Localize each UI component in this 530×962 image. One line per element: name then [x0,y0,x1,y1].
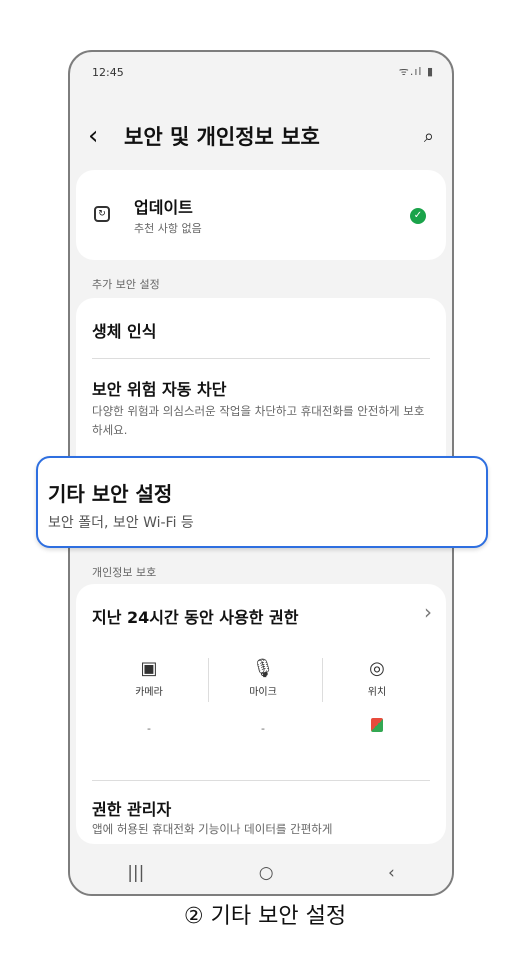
other-security-subtitle: 보안 폴더, 보안 Wi-Fi 등 [48,515,194,531]
home-icon[interactable]: ○ [259,863,274,883]
update-icon: ↻ [94,206,110,222]
update-title: 업데이트 [134,198,193,217]
permission-mic[interactable]: 🎙 마이크 - [208,658,318,735]
permission-camera[interactable]: ▣ 카메라 - [94,658,204,735]
other-security-settings-callout[interactable]: 기타 보안 설정 보안 폴더, 보안 Wi-Fi 등 [36,456,488,548]
permission-value: - [261,722,265,735]
permission-location[interactable]: ◎ 위치 [322,658,432,736]
permission-label: 카메라 [135,687,163,698]
back-nav-icon[interactable]: ‹ [388,863,395,883]
other-security-title: 기타 보안 설정 [48,482,173,506]
app-header: ‹ 보안 및 개인정보 보호 ⌕ [88,116,434,156]
camera-icon: ▣ [140,658,158,679]
location-icon: ◎ [369,658,385,679]
divider [92,358,430,359]
update-subtitle: 추천 사항 없음 [134,222,202,235]
app-icon [371,718,383,732]
permission-manager-title[interactable]: 권한 관리자 [92,796,171,820]
check-icon: ✓ [410,208,426,224]
privacy-card: 지난 24시간 동안 사용한 권한 › ▣ 카메라 - 🎙 마이크 - ◎ 위치… [76,584,446,844]
permissions-used-title[interactable]: 지난 24시간 동안 사용한 권한 [92,604,298,628]
page-title: 보안 및 개인정보 보호 [124,125,320,149]
permission-label: 마이크 [249,687,277,698]
section-extra-security: 추가 보안 설정 [92,278,160,291]
section-privacy: 개인정보 보호 [92,566,157,579]
update-card[interactable]: ↻ 업데이트 추천 사항 없음 ✓ [76,170,446,260]
status-icons: ᯤ.ıl ▮ [398,65,434,78]
biometrics-item[interactable]: 생체 인식 [92,318,156,342]
navigation-bar: ||| ○ ‹ [70,852,452,894]
step-caption: ② 기타 보안 설정 [183,904,347,929]
recent-apps-icon[interactable]: ||| [127,863,144,883]
permission-value: - [147,722,151,735]
auto-block-subtitle: 다양한 위험과 의심스러운 작업을 차단하고 휴대전화를 안전하게 보호하세요. [92,404,425,437]
back-icon[interactable]: ‹ [88,121,118,151]
permission-manager-subtitle: 앱에 허용된 휴대전화 기능이나 데이터를 간편하게 [92,822,333,836]
chevron-right-icon[interactable]: › [424,600,432,624]
microphone-icon: 🎙 [251,658,275,679]
search-icon[interactable]: ⌕ [424,126,434,147]
auto-block-title[interactable]: 보안 위험 자동 차단 [92,376,226,400]
status-time: 12:45 [92,66,124,79]
permission-label: 위치 [367,687,387,698]
divider [92,780,430,781]
